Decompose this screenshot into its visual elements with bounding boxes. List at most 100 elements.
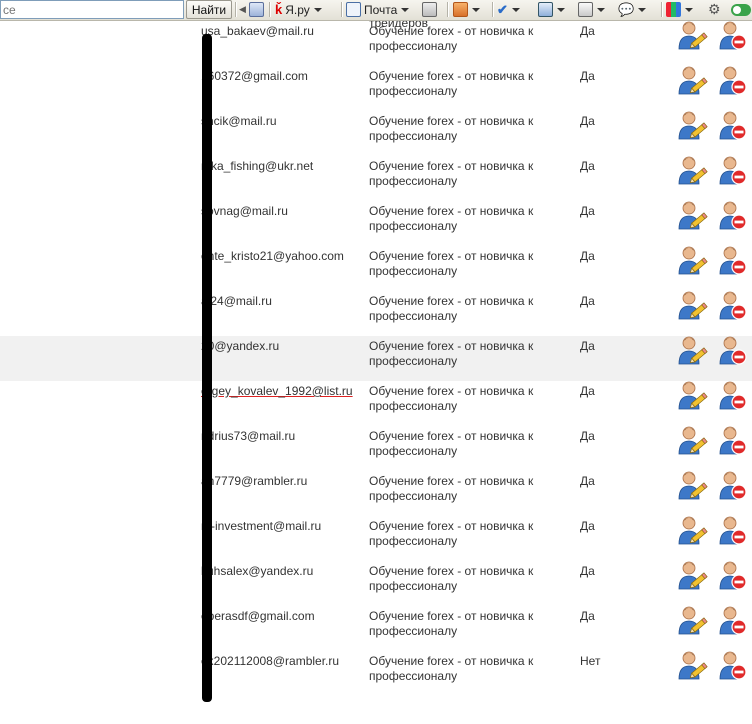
toolbar-mail-button[interactable]: Почта: [346, 0, 410, 19]
toolbar-dictionary-button[interactable]: [538, 0, 565, 19]
email-cell: shcik@mail.ru: [201, 114, 277, 128]
toolbar-yaru-button[interactable]: ǩ Я.ру: [275, 0, 322, 19]
toolbar-separator: [447, 2, 449, 17]
speech-bubble-icon: 💬: [618, 1, 635, 17]
toolbar-separator: [492, 2, 494, 17]
email-cell: ergey_kovalev_1992@list.ru: [201, 384, 353, 398]
mail-label: Почта: [364, 2, 398, 17]
user-delete-icon[interactable]: [717, 424, 749, 456]
course-cell: Обучение forex - от новичка к профессион…: [369, 114, 534, 143]
table-row: m-investment@mail.ru Обучение forex - от …: [0, 516, 752, 561]
chevron-down-icon: [597, 7, 605, 12]
user-delete-icon[interactable]: [717, 21, 749, 51]
status-cell: Да: [580, 24, 595, 38]
user-delete-icon[interactable]: [717, 559, 749, 591]
toolbar-spellcheck-button[interactable]: ✔: [497, 0, 520, 19]
table-row: an7779@rambler.ru Обучение forex - от нов…: [0, 471, 752, 516]
user-edit-icon[interactable]: [676, 604, 708, 636]
user-edit-icon[interactable]: [676, 559, 708, 591]
user-edit-icon[interactable]: [676, 64, 708, 96]
course-cell: Обучение forex - от новичка к профессион…: [369, 384, 534, 413]
user-delete-icon[interactable]: [717, 109, 749, 141]
toolbar-separator: [235, 2, 237, 17]
course-cell: Обучение forex - от новичка к профессион…: [369, 249, 534, 278]
chevron-down-icon: [511, 7, 520, 12]
chevron-down-icon: [401, 7, 410, 12]
spellcheck-icon: ✔: [497, 1, 508, 17]
table-row: ergey_kovalev_1992@list.ru Обучение forex…: [0, 381, 752, 426]
email-cell: mka_fishing@ukr.net: [201, 159, 314, 173]
user-delete-icon[interactable]: [717, 199, 749, 231]
status-cell: Да: [580, 114, 595, 128]
toolbar-chat-button[interactable]: 💬: [618, 0, 647, 19]
table-row: shcik@mail.ru Обучение forex - от новичка…: [0, 111, 752, 156]
user-edit-icon[interactable]: [676, 244, 708, 276]
status-cell: Да: [580, 204, 595, 218]
course-cell: Обучение forex - от новичка к профессион…: [369, 654, 534, 683]
email-cell: 160372@gmail.com: [201, 69, 308, 83]
toolbar-search-input[interactable]: [0, 0, 184, 19]
toolbar-apps-button[interactable]: [666, 0, 693, 19]
user-edit-icon[interactable]: [676, 469, 708, 501]
user-edit-icon[interactable]: [676, 21, 708, 51]
course-cell: Обучение forex - от новичка к профессион…: [369, 204, 534, 233]
email-cell: usa_bakaev@mail.ru: [201, 24, 314, 38]
course-cell: Обучение forex - от новичка к профессион…: [369, 519, 534, 548]
user-delete-icon[interactable]: [717, 379, 749, 411]
toolbar-back-item[interactable]: ◀: [239, 0, 246, 19]
user-delete-icon[interactable]: [717, 334, 749, 366]
toolbar-translate-button[interactable]: [578, 0, 605, 19]
email-cell: eperasdf@gmail.com: [201, 609, 315, 623]
toolbar-separator: [661, 2, 663, 17]
user-edit-icon[interactable]: [676, 334, 708, 366]
user-delete-icon[interactable]: [717, 604, 749, 636]
table-row: 20@yandex.ru Обучение forex - от новичка …: [0, 336, 752, 381]
user-edit-icon[interactable]: [676, 424, 708, 456]
mail-icon: [346, 2, 361, 17]
status-cell: Нет: [580, 654, 601, 668]
email-cell: onte_kristo21@yahoo.com: [201, 249, 344, 263]
user-delete-icon[interactable]: [717, 154, 749, 186]
email-cell: an7779@rambler.ru: [201, 474, 308, 488]
subscriptions-list: трейдеров usa_bakaev@mail.ru Обучение for…: [0, 21, 752, 724]
status-cell: Да: [580, 69, 595, 83]
chevron-down-icon: [638, 7, 647, 12]
user-edit-icon[interactable]: [676, 199, 708, 231]
toolbar-tools-button[interactable]: [453, 0, 480, 19]
chevron-down-icon: [313, 7, 322, 12]
status-cell: Да: [580, 339, 595, 353]
user-edit-icon[interactable]: [676, 289, 708, 321]
toolbar-toggle-button[interactable]: [731, 0, 751, 19]
table-row: mka_fishing@ukr.net Обучение forex - от н…: [0, 156, 752, 201]
user-edit-icon[interactable]: [676, 109, 708, 141]
status-cell: Да: [580, 564, 595, 578]
course-cell: Обучение forex - от новичка к профессион…: [369, 429, 534, 458]
user-edit-icon[interactable]: [676, 154, 708, 186]
email-cell: sovnag@mail.ru: [201, 204, 288, 218]
toolbar-separator: [341, 2, 343, 17]
find-button[interactable]: Найти: [186, 0, 232, 19]
user-delete-icon[interactable]: [717, 64, 749, 96]
table-row: eperasdf@gmail.com Обучение forex - от но…: [0, 606, 752, 651]
status-cell: Да: [580, 249, 595, 263]
user-delete-icon[interactable]: [717, 469, 749, 501]
chevron-down-icon: [685, 7, 693, 12]
user-delete-icon[interactable]: [717, 649, 749, 681]
chevron-down-icon: [472, 7, 480, 12]
table-row: usa_bakaev@mail.ru Обучение forex - от но…: [0, 21, 752, 66]
user-delete-icon[interactable]: [717, 244, 749, 276]
toolbar-settings-button[interactable]: ⚙: [708, 0, 721, 19]
status-cell: Да: [580, 474, 595, 488]
user-edit-icon[interactable]: [676, 379, 708, 411]
user-edit-icon[interactable]: [676, 649, 708, 681]
yaru-label: Я.ру: [285, 2, 310, 17]
toolbar-home-button[interactable]: [422, 0, 437, 19]
status-cell: Да: [580, 609, 595, 623]
toolbar-bookmark-button[interactable]: [249, 0, 264, 19]
user-edit-icon[interactable]: [676, 514, 708, 546]
course-cell: Обучение forex - от новичка к профессион…: [369, 159, 534, 188]
course-cell: Обучение forex - от новичка к профессион…: [369, 609, 534, 638]
user-delete-icon[interactable]: [717, 289, 749, 321]
bookmark-icon: [249, 2, 264, 17]
user-delete-icon[interactable]: [717, 514, 749, 546]
